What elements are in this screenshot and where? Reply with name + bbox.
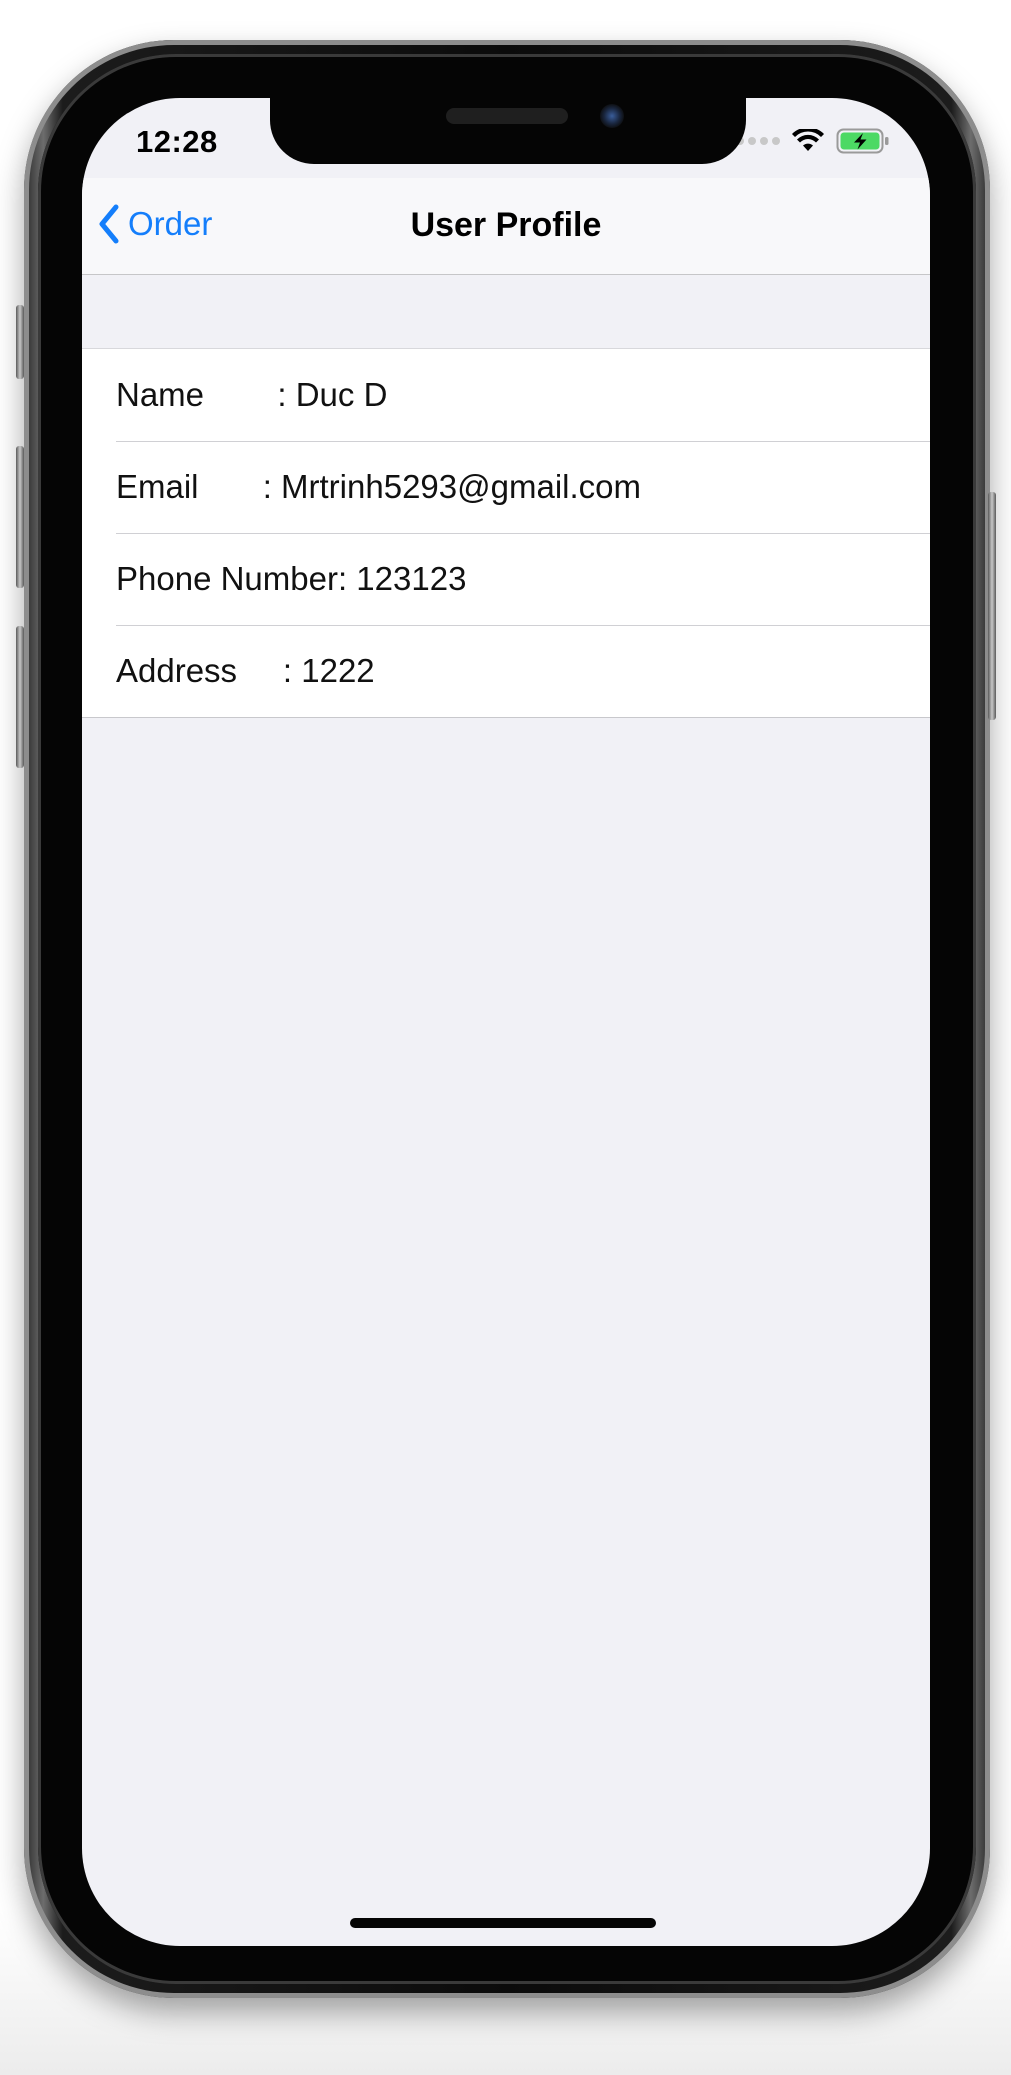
- profile-row-name: Name : Duc D: [82, 349, 930, 441]
- mute-switch: [16, 305, 24, 379]
- notch: [270, 98, 746, 164]
- row-label: Email: [116, 468, 263, 505]
- row-label: Name: [116, 376, 278, 413]
- profile-table: Name : Duc D Email : Mrtrinh5293@gmail.c…: [82, 348, 930, 718]
- power-button: [988, 492, 996, 720]
- status-icons: [736, 128, 890, 154]
- row-value: : 1222: [282, 652, 375, 689]
- speaker-grille: [446, 108, 568, 124]
- volume-up-button: [16, 446, 24, 588]
- screenshot-stage: 12:28 Order User Profile Name: Duc D Em…: [0, 0, 1011, 2075]
- battery-charging-icon: [836, 128, 889, 154]
- profile-row-address: Address : 1222: [82, 625, 930, 717]
- phone-screen: 12:28 Order User Profile Name: Duc D Em…: [82, 98, 930, 1946]
- home-indicator[interactable]: [350, 1918, 656, 1928]
- row-value: : 123123: [337, 560, 467, 597]
- profile-row-email: Email : Mrtrinh5293@gmail.com: [82, 441, 930, 533]
- status-time: 12:28: [136, 124, 218, 159]
- volume-down-button: [16, 626, 24, 768]
- wifi-icon: [792, 129, 824, 151]
- front-camera: [600, 104, 624, 128]
- row-label: Address: [116, 652, 283, 689]
- row-label: Phone Number: [116, 560, 338, 597]
- page-title: User Profile: [410, 206, 602, 244]
- profile-row-phone: Phone Number: 123123: [82, 533, 930, 625]
- row-value: : Duc D: [277, 376, 388, 413]
- row-value: : Mrtrinh5293@gmail.com: [262, 468, 641, 505]
- signal-dots-icon: [736, 137, 780, 145]
- navigation-bar: Order User Profile: [82, 178, 930, 275]
